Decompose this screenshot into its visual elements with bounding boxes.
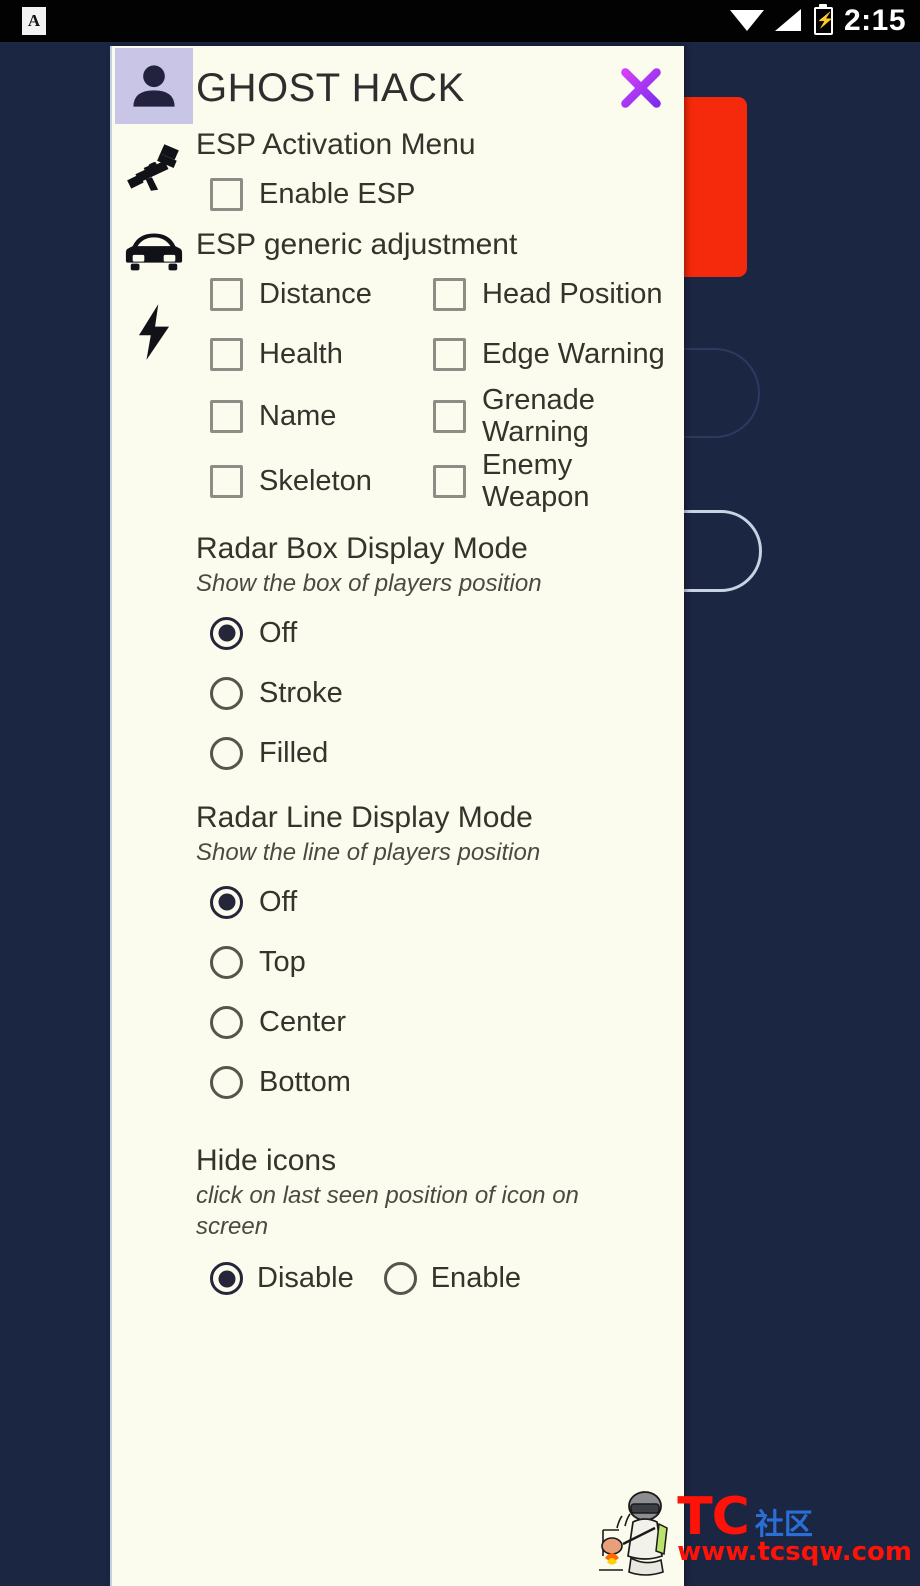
watermark-url: www.tcsqw.com: [677, 1536, 912, 1567]
radar-box-subtitle: Show the box of players position: [196, 569, 542, 597]
radio-radar-box-filled[interactable]: Filled: [196, 723, 676, 783]
checkbox-box[interactable]: [210, 177, 243, 211]
radio-label: Off: [259, 885, 298, 918]
battery-charging-icon: ⚡: [813, 7, 835, 35]
checkbox-box[interactable]: [433, 337, 466, 371]
radio-button[interactable]: [210, 885, 243, 919]
battery-bolt-icon: ⚡: [815, 12, 835, 29]
close-icon[interactable]: [614, 61, 668, 115]
checkbox-label: Distance: [259, 277, 372, 310]
checkbox-box[interactable]: [433, 277, 466, 311]
status-bar: A ⚡ 2:15: [0, 0, 920, 42]
checkbox-grenade-warning[interactable]: Grenade Warning: [433, 384, 676, 449]
radio-label: Enable: [430, 1262, 522, 1295]
signal-icon: [774, 8, 803, 34]
checkbox-health[interactable]: Health: [196, 324, 433, 384]
radio-radar-line-bottom[interactable]: Bottom: [196, 1052, 676, 1112]
rifle-icon: [123, 141, 185, 195]
status-bar-left: A: [22, 7, 46, 35]
radio-button[interactable]: [210, 1005, 243, 1039]
watermark-character-icon: [593, 1484, 671, 1576]
checkbox-label: Enable ESP: [259, 177, 416, 210]
radio-button[interactable]: [210, 945, 243, 979]
checkbox-box[interactable]: [210, 464, 243, 498]
sidebar-item-misc[interactable]: [115, 294, 193, 370]
esp-generic-title: ESP generic adjustment: [196, 228, 518, 261]
watermark-brand-cn: 社区: [754, 1506, 813, 1541]
checkbox-box[interactable]: [210, 337, 243, 371]
radio-label: Filled: [259, 736, 329, 769]
radio-radar-line-off[interactable]: Off: [196, 872, 676, 932]
checkbox-label: Name: [259, 400, 337, 433]
radio-button[interactable]: [210, 616, 243, 650]
checkbox-box[interactable]: [210, 399, 243, 433]
page-title: GHOST HACK: [196, 65, 465, 110]
radio-label: Center: [259, 1005, 347, 1038]
radio-radar-box-off[interactable]: Off: [196, 603, 676, 663]
checkbox-label: Skeleton: [259, 465, 372, 498]
status-bar-right: ⚡ 2:15: [729, 4, 906, 38]
radio-button-disable[interactable]: [210, 1262, 243, 1296]
checkbox-label: Edge Warning: [482, 337, 665, 370]
panel-header: GHOST HACK: [196, 52, 676, 124]
esp-activation-title: ESP Activation Menu: [196, 128, 476, 161]
checkbox-skeleton[interactable]: Skeleton: [196, 449, 433, 514]
radio-label: Disable: [257, 1262, 354, 1295]
wifi-icon: [729, 8, 764, 34]
checkbox-label: Enemy Weapon: [482, 448, 590, 514]
radar-line-subtitle: Show the line of players position: [196, 839, 541, 867]
checkbox-label: Health: [259, 337, 343, 370]
status-bar-clock: 2:15: [843, 4, 906, 37]
watermark: TC 社区 www.tcsqw.com: [593, 1484, 912, 1576]
checkbox-enable-esp[interactable]: Enable ESP: [196, 164, 676, 224]
hide-icons-subtitle: click on last seen position of icon on s…: [196, 1182, 579, 1241]
watermark-brand: TC: [677, 1486, 750, 1547]
sidebar-item-weapon[interactable]: [115, 130, 193, 206]
checkbox-box[interactable]: [433, 399, 466, 433]
radio-button[interactable]: [210, 676, 243, 710]
radio-label: Stroke: [259, 676, 343, 709]
checkbox-head-position[interactable]: Head Position: [433, 264, 676, 324]
checkbox-distance[interactable]: Distance: [196, 264, 433, 324]
radio-button-enable[interactable]: [383, 1262, 417, 1296]
ghost-hack-panel: GHOST HACK ESP Activation Menu Enable ES…: [110, 46, 684, 1586]
panel-content: GHOST HACK ESP Activation Menu Enable ES…: [196, 46, 684, 1586]
checkbox-box[interactable]: [433, 464, 466, 498]
checkbox-edge-warning[interactable]: Edge Warning: [433, 324, 676, 384]
notification-a-icon: A: [22, 7, 46, 35]
person-icon: [128, 60, 180, 112]
hide-icons-radio-group: Disable Enable: [196, 1247, 676, 1311]
radio-label: Bottom: [259, 1065, 351, 1098]
car-icon: [123, 228, 185, 272]
tab-bar: [112, 46, 196, 1586]
checkbox-enemy-weapon[interactable]: Enemy Weapon: [433, 449, 676, 514]
checkbox-name[interactable]: Name: [196, 384, 433, 449]
checkbox-label: Grenade Warning: [482, 384, 595, 449]
radar-line-title: Radar Line Display Mode: [196, 801, 533, 835]
lightning-bolt-icon: [133, 303, 175, 361]
radio-radar-line-center[interactable]: Center: [196, 992, 676, 1052]
sidebar-item-vehicle[interactable]: [115, 212, 193, 288]
esp-generic-grid: Distance Head Position Health Edge Warni…: [196, 264, 676, 514]
hide-icons-title: Hide icons: [196, 1144, 337, 1178]
checkbox-box[interactable]: [210, 277, 243, 311]
radio-label: Off: [259, 616, 298, 649]
radio-button[interactable]: [210, 736, 243, 770]
radio-label: Top: [259, 945, 306, 978]
radar-box-title: Radar Box Display Mode: [196, 531, 528, 565]
radio-radar-line-top[interactable]: Top: [196, 932, 676, 992]
radio-radar-box-stroke[interactable]: Stroke: [196, 663, 676, 723]
radio-button[interactable]: [210, 1065, 243, 1099]
watermark-text: TC 社区 www.tcsqw.com: [677, 1486, 912, 1567]
checkbox-label: Head Position: [482, 277, 663, 310]
sidebar-item-player[interactable]: [115, 48, 193, 124]
